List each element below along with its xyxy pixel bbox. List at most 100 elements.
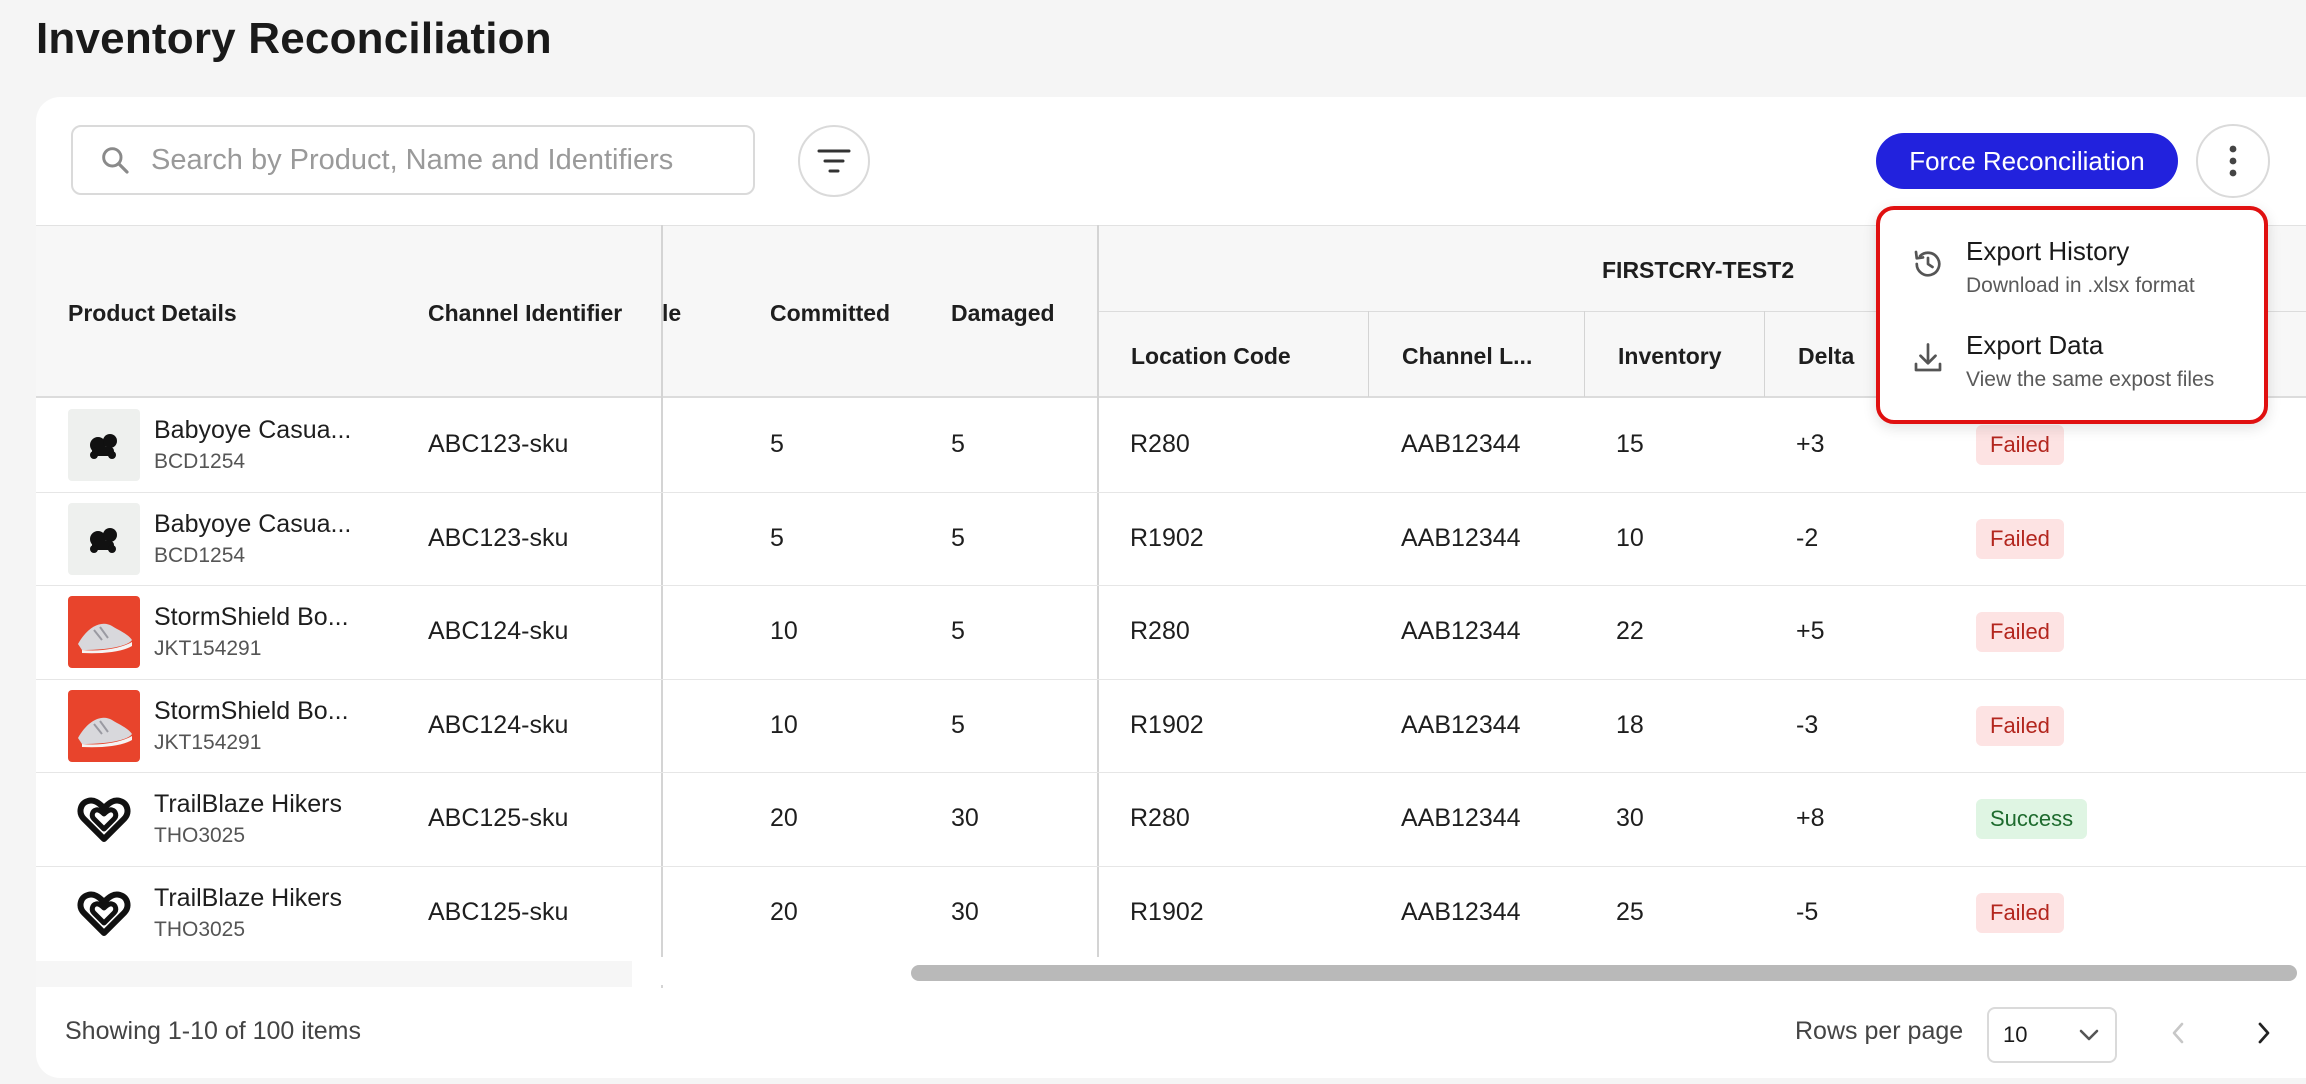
cell-channel-l: AAB12344 xyxy=(1401,617,1521,645)
row-divider xyxy=(36,678,2306,680)
col-inventory[interactable]: Inventory xyxy=(1618,343,1722,370)
row-divider xyxy=(36,585,2306,586)
cell-committed: 20 xyxy=(770,804,798,832)
product-name: StormShield Bo... xyxy=(154,696,349,725)
cell-inventory: 10 xyxy=(1616,523,1644,552)
menu-item-title: Export History xyxy=(1966,236,2130,266)
menu-item-subtitle: Download in .xlsx format xyxy=(1966,274,2195,297)
cell-delta: -3 xyxy=(1796,710,1819,739)
cell-location-code: R1902 xyxy=(1130,710,1204,739)
cell-inventory: 30 xyxy=(1616,804,1644,832)
search-box[interactable] xyxy=(71,125,755,195)
col-location-code[interactable]: Location Code xyxy=(1131,343,1291,370)
chevron-left-icon xyxy=(2172,1022,2184,1044)
history-icon xyxy=(1914,250,1941,277)
product-thumbnail xyxy=(68,409,140,481)
row-divider xyxy=(36,865,2306,867)
cell-channel-identifier: ABC125-sku xyxy=(428,897,569,926)
group-header-firstcry: FIRSTCRY-TEST2 xyxy=(1602,257,1795,283)
menu-item-export-history[interactable]: Export History Download in .xlsx format xyxy=(1880,228,2264,318)
product-name: Babyoye Casua... xyxy=(154,416,352,444)
cell-inventory: 15 xyxy=(1616,430,1644,458)
cell-inventory: 22 xyxy=(1616,617,1644,645)
cell-channel-identifier: ABC125-sku xyxy=(428,804,569,832)
force-reconciliation-button[interactable]: Force Reconciliation xyxy=(1876,133,2178,189)
rows-per-page-value: 10 xyxy=(2003,1022,2028,1047)
product-thumbnail xyxy=(68,876,140,949)
group-divider-vertical xyxy=(1097,225,1099,960)
product-thumbnail xyxy=(68,596,140,668)
cell-inventory: 18 xyxy=(1616,710,1644,739)
col-damaged[interactable]: Damaged xyxy=(951,300,1055,327)
product-thumbnail xyxy=(68,502,140,575)
cell-channel-l: AAB12344 xyxy=(1401,804,1521,832)
col-divider xyxy=(1368,311,1369,397)
prev-page-button[interactable] xyxy=(2158,1013,2198,1053)
cell-damaged: 5 xyxy=(951,617,965,645)
cell-location-code: R1902 xyxy=(1130,523,1204,552)
status-badge: Failed xyxy=(1976,705,2064,746)
col-product-details[interactable]: Product Details xyxy=(68,300,237,327)
product-name: TrailBlaze Hikers xyxy=(154,790,343,818)
status-badge: Failed xyxy=(1976,518,2064,559)
cell-committed: 10 xyxy=(770,617,798,645)
more-vertical-icon xyxy=(2229,145,2237,177)
search-input[interactable] xyxy=(149,142,713,178)
cell-damaged: 5 xyxy=(951,710,965,739)
col-delta[interactable]: Delta xyxy=(1798,343,1854,370)
product-thumbnail xyxy=(68,689,140,762)
cell-damaged: 30 xyxy=(951,804,979,832)
cell-channel-identifier: ABC124-sku xyxy=(428,617,569,645)
product-thumbnail xyxy=(68,783,140,855)
col-channel-identifier[interactable]: Channel Identifier xyxy=(428,300,622,327)
cell-channel-l: AAB12344 xyxy=(1401,897,1521,926)
cell-delta: -2 xyxy=(1796,523,1819,552)
cell-location-code: R280 xyxy=(1130,804,1190,832)
menu-item-export-data[interactable]: Export Data View the same expost files xyxy=(1880,322,2264,412)
col-available-partial: le xyxy=(662,300,682,326)
product-code: JKT154291 xyxy=(154,637,262,660)
cell-committed: 20 xyxy=(770,897,798,926)
horizontal-scrollbar-thumb[interactable] xyxy=(911,965,2297,981)
product-code: BCD1254 xyxy=(154,450,246,473)
scroll-fixed-area xyxy=(36,961,632,987)
cell-location-code: R280 xyxy=(1130,430,1190,458)
cell-delta: +5 xyxy=(1796,617,1825,645)
status-badge: Failed xyxy=(1976,425,2064,465)
page-title: Inventory Reconciliation xyxy=(36,14,552,63)
cell-committed: 5 xyxy=(770,523,784,552)
filter-button[interactable] xyxy=(798,125,870,197)
chevron-down-icon xyxy=(2079,1029,2099,1041)
product-code: THO3025 xyxy=(154,917,246,941)
col-divider xyxy=(1584,311,1585,397)
cell-channel-l: AAB12344 xyxy=(1401,430,1521,458)
next-page-button[interactable] xyxy=(2244,1013,2284,1053)
cell-location-code: R1902 xyxy=(1130,897,1204,926)
cell-committed: 10 xyxy=(770,710,798,739)
rows-per-page-select[interactable]: 10 xyxy=(1987,1007,2117,1063)
rows-per-page-label: Rows per page xyxy=(1795,1017,1964,1045)
export-dropdown-menu: Export History Download in .xlsx format … xyxy=(1876,206,2268,424)
cell-location-code: R280 xyxy=(1130,617,1190,645)
pagination-summary: Showing 1-10 of 100 items xyxy=(65,1017,362,1045)
col-channel-l[interactable]: Channel L... xyxy=(1402,343,1532,370)
product-code: THO3025 xyxy=(154,824,246,847)
cell-committed: 5 xyxy=(770,430,784,458)
col-committed[interactable]: Committed xyxy=(770,300,890,327)
cell-channel-identifier: ABC123-sku xyxy=(428,523,569,552)
cell-channel-identifier: ABC124-sku xyxy=(428,710,569,739)
cell-delta: +3 xyxy=(1796,430,1825,458)
product-code: BCD1254 xyxy=(154,543,246,567)
frozen-divider xyxy=(661,225,663,988)
product-name: TrailBlaze Hikers xyxy=(154,883,343,912)
filter-icon xyxy=(817,149,851,173)
status-badge: Failed xyxy=(1976,612,2064,652)
cell-inventory: 25 xyxy=(1616,897,1644,926)
row-divider xyxy=(36,491,2306,493)
cell-channel-identifier: ABC123-sku xyxy=(428,430,569,458)
chevron-right-icon xyxy=(2258,1022,2270,1044)
menu-item-subtitle: View the same expost files xyxy=(1966,368,2215,391)
menu-item-title: Export Data xyxy=(1966,330,2104,360)
cell-delta: +8 xyxy=(1796,804,1825,832)
more-options-button[interactable] xyxy=(2196,124,2270,198)
